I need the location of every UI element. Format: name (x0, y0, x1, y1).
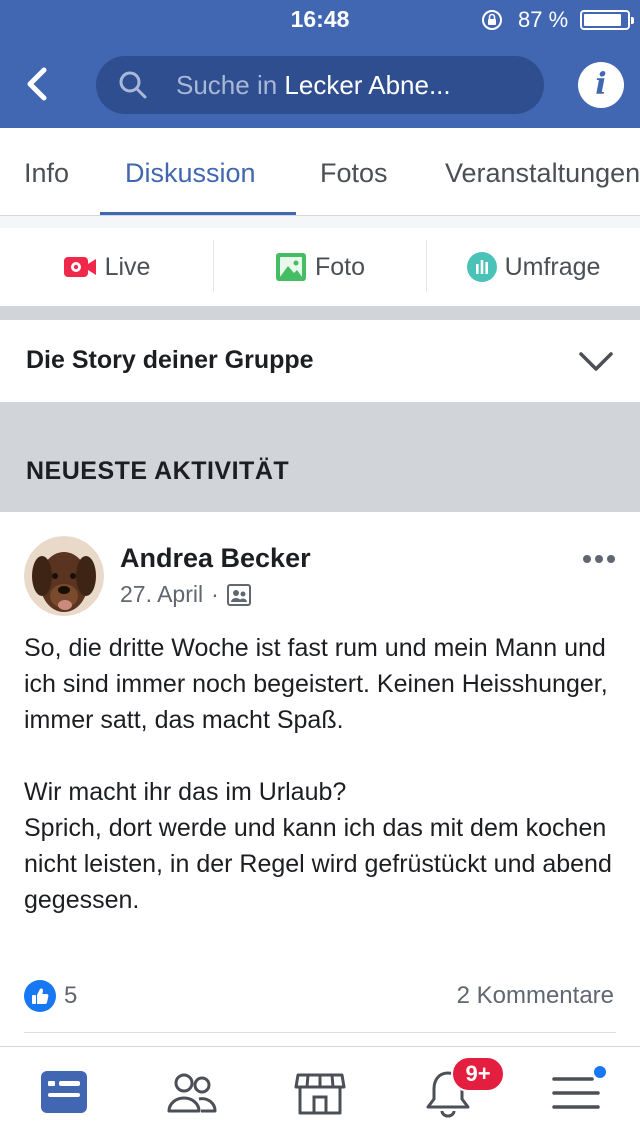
reactions-summary[interactable]: 5 (24, 980, 77, 1012)
search-input[interactable]: Suche in Lecker Abne... (176, 70, 451, 101)
search-group-name: Lecker Abne... (284, 70, 451, 100)
live-video-icon (63, 257, 96, 277)
live-label: Live (104, 252, 151, 281)
status-bar: 16:48 87 % (0, 0, 640, 40)
group-story-row[interactable]: Die Story deiner Gruppe (0, 320, 640, 402)
battery-icon (580, 10, 634, 30)
info-icon: i (595, 67, 607, 102)
post-paragraph: So, die dritte Woche ist fast rum und me… (24, 634, 608, 734)
post-separator (24, 1032, 616, 1033)
groups-icon[interactable] (164, 1065, 220, 1121)
like-reaction-icon (24, 980, 56, 1012)
rotation-lock-icon (482, 10, 502, 30)
tab-events[interactable]: Veranstaltungen (445, 158, 640, 189)
post-body: So, die dritte Woche ist fast rum und me… (24, 630, 624, 918)
chevron-down-icon[interactable] (578, 350, 614, 374)
tab-info[interactable]: Info (24, 158, 69, 189)
post-paragraph: Wir macht ihr das im Urlaub? (24, 778, 347, 806)
back-button[interactable] (18, 62, 58, 106)
post-paragraph: Sprich, dort werde und kann ich das mit … (24, 814, 612, 914)
search-icon (119, 71, 147, 99)
news-feed-icon[interactable] (36, 1065, 92, 1121)
avatar[interactable] (24, 536, 104, 616)
live-button[interactable]: Live (0, 228, 213, 306)
photo-label: Foto (314, 252, 366, 281)
post-card: Andrea Becker 27. April · So, die dritte… (0, 512, 640, 1052)
divider (0, 216, 640, 228)
group-audience-icon (226, 583, 251, 606)
meta-separator: · (211, 581, 219, 607)
tab-photos[interactable]: Fotos (320, 158, 388, 189)
poll-icon (466, 252, 497, 282)
composer-actions: Live Foto Umfrage (0, 228, 640, 306)
poll-button[interactable]: Umfrage (427, 228, 640, 306)
thumbs-up-icon (32, 988, 49, 1004)
search-bar[interactable]: Suche in Lecker Abne... (96, 56, 544, 114)
photo-button[interactable]: Foto (214, 228, 426, 306)
section-title: NEUESTE AKTIVITÄT (26, 457, 290, 485)
like-count: 5 (64, 982, 78, 1009)
poll-label: Umfrage (504, 252, 601, 281)
photo-icon (275, 253, 306, 281)
battery-percent: 87 % (518, 7, 569, 32)
tab-discussion[interactable]: Diskussion (125, 158, 256, 189)
app-header: 16:48 87 % Suche in Lecker Abne... i (0, 0, 640, 128)
post-date[interactable]: 27. April (120, 581, 203, 608)
search-placeholder: Suche in (176, 70, 285, 100)
divider (0, 306, 640, 320)
info-button[interactable]: i (578, 62, 624, 108)
battery-fill (584, 14, 621, 26)
group-story-title: Die Story deiner Gruppe (26, 346, 314, 374)
section-header: NEUESTE AKTIVITÄT (0, 402, 640, 512)
battery-nub (631, 17, 634, 24)
more-options-icon[interactable] (582, 552, 616, 566)
comments-link[interactable]: 2 Kommentare (457, 982, 614, 1010)
bottom-nav: 9+ (0, 1046, 640, 1136)
notification-badge: 9+ (451, 1056, 505, 1092)
marketplace-icon[interactable] (292, 1065, 348, 1121)
group-tabs: Info Diskussion Fotos Veranstaltungen (0, 128, 640, 216)
post-meta: 27. April · (120, 581, 251, 608)
menu-unread-dot (592, 1064, 608, 1080)
post-author[interactable]: Andrea Becker (120, 543, 311, 574)
